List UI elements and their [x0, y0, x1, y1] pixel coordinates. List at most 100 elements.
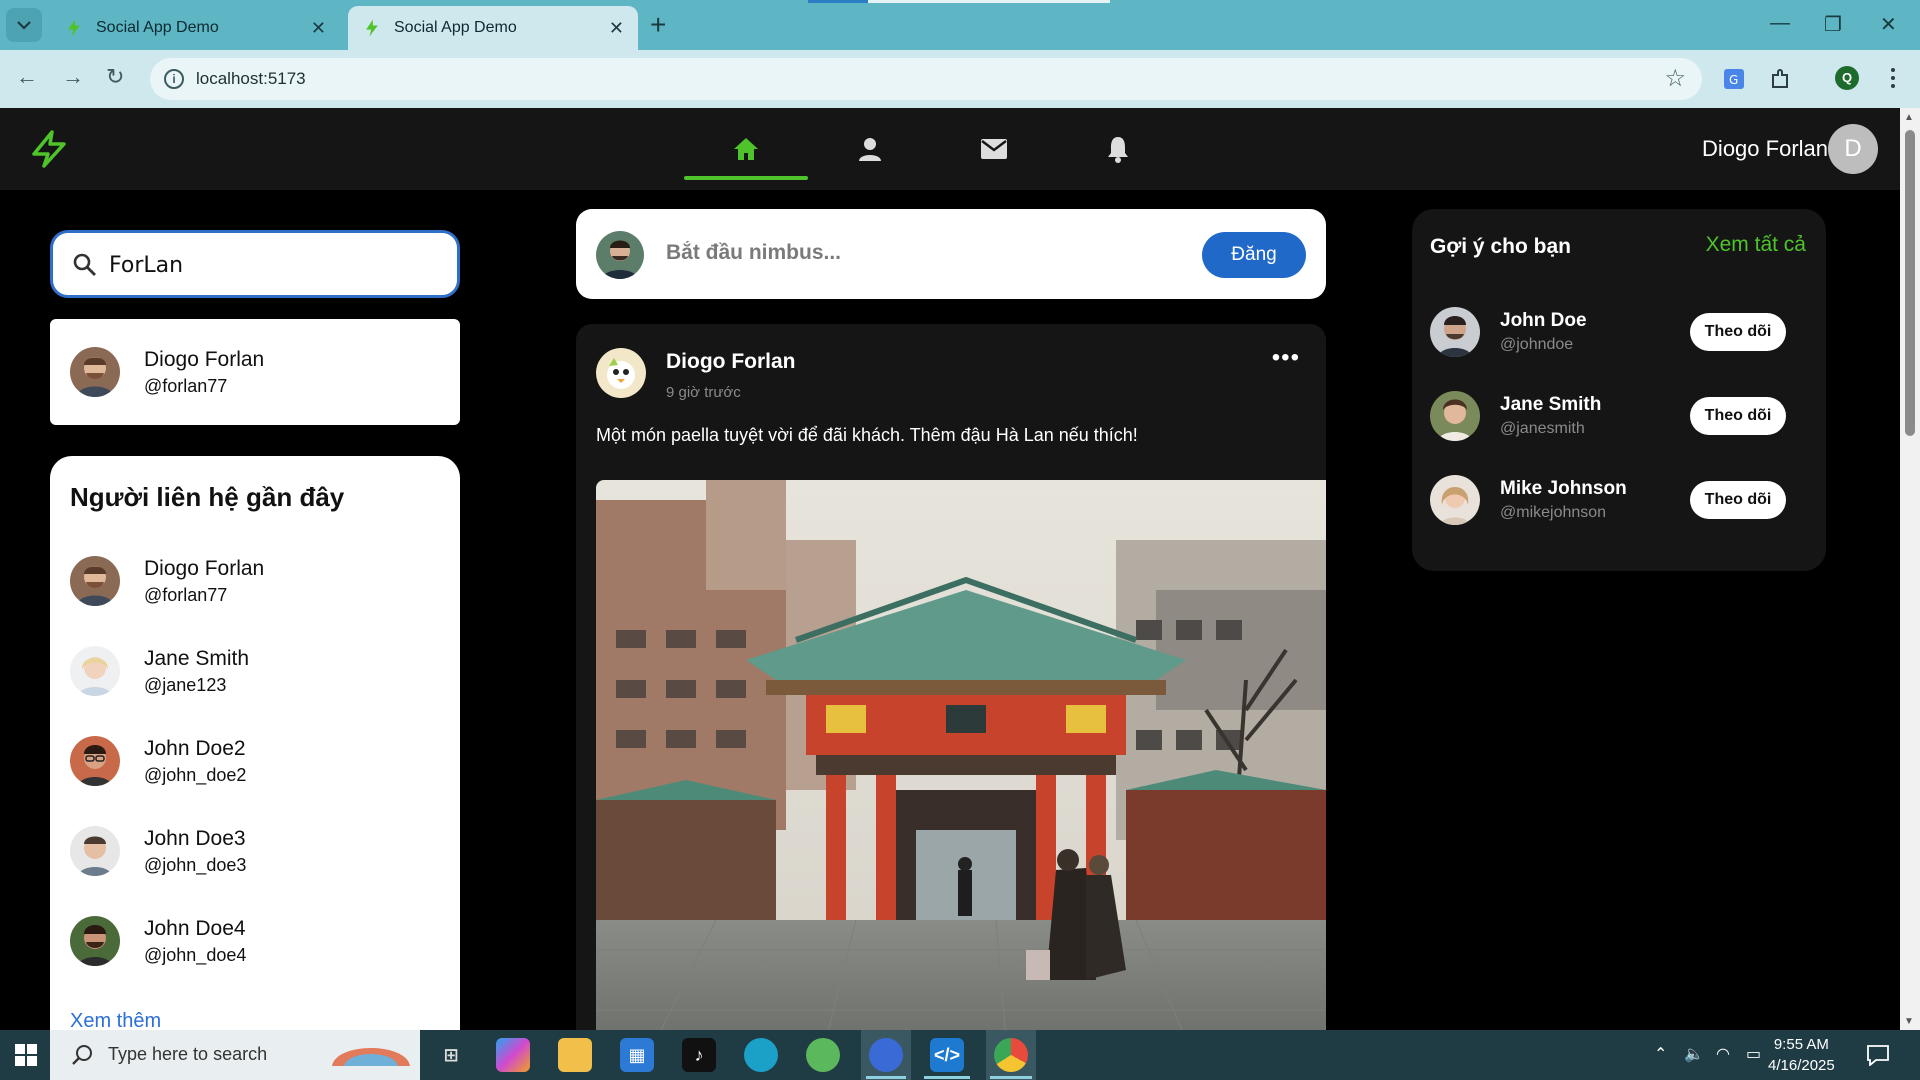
extensions-icon[interactable]	[1768, 66, 1794, 92]
contact-item[interactable]: John Doe4 @john_doe4	[70, 916, 246, 966]
store-icon[interactable]: ▦	[620, 1038, 654, 1072]
tab-search-button[interactable]	[6, 8, 42, 42]
chromium-icon[interactable]	[869, 1038, 903, 1072]
contact-item[interactable]: Jane Smith @jane123	[70, 646, 249, 696]
top-navigation: Diogo Forlan D	[0, 108, 1900, 190]
suggestion-name: Mike Johnson	[1500, 478, 1627, 499]
search-highlight-icon	[332, 1048, 410, 1066]
follow-button[interactable]: Theo dõi	[1690, 397, 1786, 435]
avatar	[70, 347, 120, 397]
taskbar-search[interactable]: Type here to search	[50, 1030, 420, 1080]
volume-icon[interactable]: 🔈	[1684, 1044, 1704, 1064]
reload-icon[interactable]: ↻	[106, 64, 124, 90]
avatar	[70, 646, 120, 696]
current-user-avatar[interactable]: D	[1828, 124, 1878, 174]
search-result-item[interactable]: Diogo Forlan @forlan77	[70, 347, 264, 397]
post-button[interactable]: Đăng	[1202, 232, 1306, 278]
site-info-icon[interactable]: i	[164, 69, 184, 89]
bookmark-star-icon[interactable]: ☆	[1664, 64, 1686, 93]
clock-date: 4/16/2025	[1768, 1057, 1835, 1074]
suggestion-item[interactable]: Jane Smith @janesmith	[1430, 391, 1601, 441]
chrome-icon[interactable]	[994, 1038, 1028, 1072]
close-tab-icon[interactable]: ✕	[609, 18, 624, 38]
svg-text:G: G	[1729, 73, 1738, 87]
tab-strip-indicator	[808, 0, 868, 3]
scroll-up-arrow-icon[interactable]: ▲	[1904, 112, 1914, 123]
browser-tab-2[interactable]: Social App Demo ✕	[348, 6, 638, 50]
bolt-favicon-icon	[366, 19, 378, 37]
result-handle: @forlan77	[144, 375, 228, 396]
nav-profile[interactable]	[808, 108, 932, 190]
avatar	[70, 826, 120, 876]
contact-name: Jane Smith	[144, 646, 250, 670]
browser-profile-avatar[interactable]: Q	[1835, 66, 1859, 90]
copilot-icon[interactable]	[496, 1038, 530, 1072]
contact-item[interactable]: John Doe2 @john_doe2	[70, 736, 246, 786]
contact-name: Diogo Forlan	[144, 556, 265, 580]
recent-contacts-panel: Người liên hệ gần đây Diogo Forlan @forl…	[50, 456, 460, 1030]
browser-tab-bar: Social App Demo ✕ Social App Demo ✕ + — …	[0, 0, 1920, 50]
new-tab-button[interactable]: +	[650, 11, 666, 39]
close-window-icon[interactable]: ✕	[1880, 12, 1897, 37]
back-icon[interactable]: ←	[16, 64, 38, 90]
result-name: Diogo Forlan	[144, 347, 265, 371]
file-explorer-icon[interactable]	[558, 1038, 592, 1072]
post-author-avatar[interactable]	[596, 348, 646, 398]
contact-item[interactable]: Diogo Forlan @forlan77	[70, 556, 264, 606]
url-text: localhost:5173	[196, 69, 306, 88]
restore-icon[interactable]: ❐	[1824, 12, 1842, 37]
minimize-icon[interactable]: —	[1770, 12, 1790, 35]
logo-bolt-icon[interactable]	[28, 128, 70, 170]
composer-input[interactable]	[666, 235, 1166, 271]
follow-button[interactable]: Theo dõi	[1690, 481, 1786, 519]
avatar	[70, 736, 120, 786]
post-options-icon[interactable]: •••	[1272, 344, 1300, 372]
follow-button[interactable]: Theo dõi	[1690, 313, 1786, 351]
close-tab-icon[interactable]: ✕	[311, 18, 326, 38]
vscode-icon[interactable]: </>	[930, 1038, 964, 1072]
suggestion-item[interactable]: John Doe @johndoe	[1430, 307, 1587, 357]
tab-title: Social App Demo	[394, 19, 517, 36]
forward-icon[interactable]: →	[62, 64, 84, 90]
view-all-link[interactable]: Xem tất cả	[1706, 233, 1806, 257]
shrine-gate-photo	[596, 480, 1326, 1030]
taskbar-clock[interactable]: 9:55 AM 4/16/2025	[1768, 1034, 1835, 1076]
suggestion-handle: @janesmith	[1500, 420, 1585, 437]
suggestion-item[interactable]: Mike Johnson @mikejohnson	[1430, 475, 1627, 525]
scrollbar-thumb[interactable]	[1905, 130, 1915, 436]
running-indicator	[990, 1076, 1032, 1079]
search-input[interactable]	[109, 247, 429, 283]
bolt-favicon-icon	[68, 19, 80, 37]
suggestions-title: Gợi ý cho bạn	[1430, 235, 1571, 258]
scroll-down-arrow-icon[interactable]: ▼	[1904, 1016, 1914, 1027]
network-icon[interactable]: ◠	[1716, 1044, 1730, 1064]
notification-center-icon[interactable]	[1866, 1044, 1890, 1066]
address-bar[interactable]: i localhost:5173 ☆	[150, 58, 1702, 100]
app-icon[interactable]	[806, 1038, 840, 1072]
home-icon	[734, 138, 758, 160]
windows-start-icon[interactable]	[14, 1043, 38, 1067]
browser-menu-icon[interactable]	[1886, 66, 1900, 90]
battery-icon[interactable]: ▭	[1746, 1044, 1761, 1064]
suggestion-handle: @mikejohnson	[1500, 504, 1607, 521]
contact-item[interactable]: John Doe3 @john_doe3	[70, 826, 246, 876]
avatar	[1430, 475, 1480, 525]
search-icon	[72, 1045, 92, 1065]
see-more-link[interactable]: Xem thêm	[70, 1010, 161, 1030]
nav-home[interactable]	[684, 108, 808, 190]
task-view-icon[interactable]: ⊞	[434, 1038, 468, 1072]
post-image[interactable]	[596, 480, 1326, 1030]
post-author-name[interactable]: Diogo Forlan	[666, 350, 796, 374]
browser-tab-1[interactable]: Social App Demo ✕	[50, 6, 340, 50]
nav-messages[interactable]	[932, 108, 1056, 190]
edge-icon[interactable]	[744, 1038, 778, 1072]
nav-notifications[interactable]	[1056, 108, 1180, 190]
suggestion-name: Jane Smith	[1500, 394, 1602, 415]
translate-icon[interactable]: G	[1722, 66, 1748, 92]
search-box[interactable]	[50, 230, 460, 298]
contact-handle: @john_doe2	[144, 764, 247, 785]
tray-chevron-up-icon[interactable]: ⌃	[1654, 1044, 1667, 1064]
tiktok-icon[interactable]: ♪	[682, 1038, 716, 1072]
page-scrollbar[interactable]: ▲ ▼	[1900, 108, 1920, 1030]
current-user-name[interactable]: Diogo Forlan	[1702, 136, 1828, 162]
